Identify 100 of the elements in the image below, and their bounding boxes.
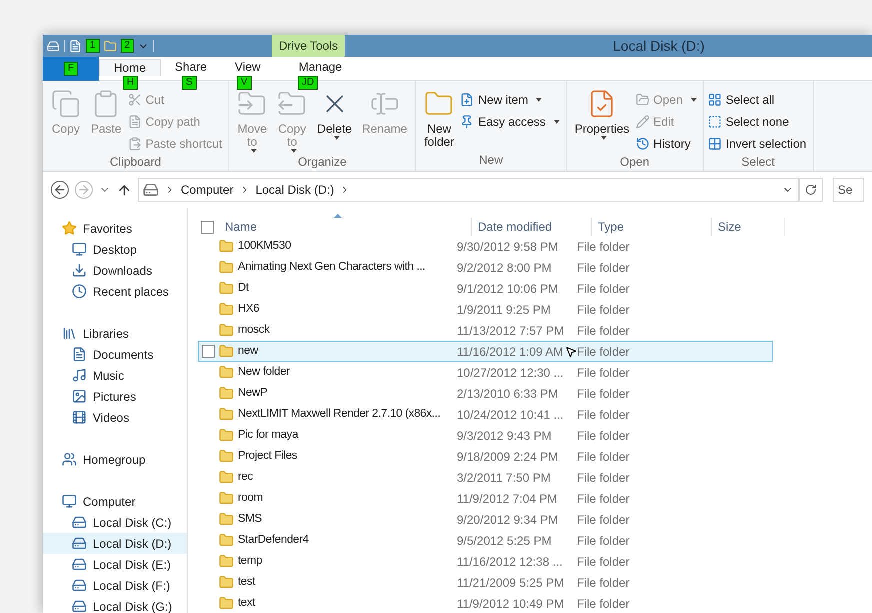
file-name: NextLIMIT Maxwell Render 2.7.10 (x86x... [238, 406, 441, 422]
ribbon-large-button[interactable]: New folder [420, 89, 458, 149]
date-modified: 3/2/2011 7:50 PM [457, 470, 551, 486]
folder-icon [219, 323, 234, 338]
file-row[interactable]: new 11/16/2012 1:09 AM File folder [198, 341, 773, 362]
keytip: V [237, 76, 252, 90]
nav-item[interactable]: Pictures [43, 386, 187, 407]
nav-group-header[interactable]: Homegroup [43, 449, 187, 470]
file-name: New folder [238, 364, 290, 380]
nav-item[interactable]: Downloads [43, 260, 187, 281]
file-name: 100KM530 [238, 238, 292, 254]
date-modified: 9/30/2012 9:58 PM [457, 238, 558, 256]
ribbon-small-button[interactable]: History [636, 135, 699, 153]
column-header[interactable]: Size [711, 218, 785, 236]
file-row[interactable]: 100KM530 9/30/2012 9:58 PM File folder [198, 236, 773, 257]
column-header[interactable]: Name [219, 218, 471, 236]
file-type: File folder [577, 554, 631, 570]
file-row[interactable]: NewP 2/13/2010 6:33 PM File folder [198, 383, 773, 404]
nav-group-header[interactable]: Favorites [43, 218, 187, 239]
file-type: File folder [577, 322, 631, 340]
date-modified: 9/20/2012 9:34 PM [457, 512, 558, 528]
up-button[interactable] [117, 182, 132, 198]
nav-group-header[interactable]: Libraries [43, 323, 187, 344]
date-modified: 9/1/2012 10:06 PM [457, 280, 558, 298]
window-title: Local Disk (D:) [613, 36, 705, 56]
folder-icon [219, 470, 234, 485]
file-type: File folder [577, 238, 631, 256]
nav-item[interactable]: Local Disk (G:) [43, 596, 187, 613]
file-row[interactable]: SMS 9/20/2012 9:34 PM File folder [198, 509, 773, 530]
ribbon-tab[interactable]: Manage [284, 59, 356, 76]
ribbon-tab[interactable]: View [221, 59, 275, 76]
back-button[interactable] [51, 181, 69, 199]
nav-item[interactable]: Videos [43, 407, 187, 428]
file-name: rec [238, 470, 254, 485]
ribbon-small-button[interactable]: Easy access [460, 113, 562, 131]
breadcrumb-item[interactable]: Computer [181, 181, 234, 199]
breadcrumb-item[interactable]: Local Disk (D:) [256, 181, 334, 199]
file-type: File folder [577, 260, 631, 276]
ribbon-small-button[interactable]: Select none [708, 113, 809, 131]
nav-item[interactable]: Music [43, 365, 187, 386]
nav-item[interactable]: Local Disk (C:) [43, 512, 187, 533]
keytip: S [182, 76, 197, 90]
folder-icon [219, 512, 234, 527]
ribbon-tab[interactable]: Home [99, 59, 162, 76]
file-row[interactable]: temp 11/16/2012 12:38 ... File folder [198, 551, 773, 572]
file-type: File folder [577, 344, 631, 360]
file-tab[interactable]: F [43, 57, 99, 81]
ribbon-small-button[interactable]: New item [460, 91, 562, 109]
clock-icon [72, 284, 87, 299]
drive-icon [72, 536, 87, 551]
people-icon [62, 452, 77, 467]
file-row[interactable]: Animating Next Gen Characters with ... 9/2/2012 8:00 PM File folder [198, 257, 773, 278]
file-row[interactable]: Dt 9/1/2012 10:06 PM File folder [198, 278, 773, 299]
nav-group-header[interactable]: Computer [43, 491, 187, 512]
folder-icon [219, 596, 234, 611]
file-row[interactable]: HX6 1/9/2011 9:25 PM File folder [198, 299, 773, 320]
books-icon [62, 326, 77, 341]
file-type: File folder [577, 386, 631, 402]
file-name: new [238, 344, 258, 359]
file-row[interactable]: room 11/9/2012 7:04 PM File folder [198, 488, 773, 509]
file-row[interactable]: NextLIMIT Maxwell Render 2.7.10 (x86x... 10/24/2012 10:41 ... File folder [198, 404, 773, 425]
file-row[interactable]: text 11/9/2012 10:49 PM File folder [198, 593, 773, 613]
ribbon-tab[interactable]: Share [161, 59, 222, 76]
nav-item[interactable]: Local Disk (F:) [43, 575, 187, 596]
row-checkbox[interactable] [202, 345, 215, 358]
ribbon-group-label: New [478, 152, 504, 169]
drive-icon[interactable] [47, 40, 60, 52]
ribbon-small-button[interactable]: Select all [708, 91, 809, 109]
file-row[interactable]: StarDefender4 9/5/2012 5:25 PM File folder [198, 530, 773, 551]
refresh-button[interactable] [799, 178, 823, 202]
date-modified: 10/27/2012 12:30 ... [457, 364, 564, 382]
select-all-checkbox[interactable] [201, 220, 214, 234]
nav-item[interactable]: Documents [43, 344, 187, 365]
file-row[interactable]: test 11/21/2009 5:25 PM File folder [198, 572, 773, 593]
file-row[interactable]: mosck 11/13/2012 7:57 PM File folder [198, 320, 773, 341]
document-icon[interactable] [69, 40, 82, 52]
folder-icon [219, 365, 234, 380]
file-type: File folder [577, 596, 631, 612]
search-field[interactable]: Se [833, 178, 864, 202]
file-type: File folder [577, 470, 631, 486]
file-type: File folder [577, 532, 631, 550]
ribbon-small-button[interactable]: Invert selection [708, 135, 809, 153]
file-row[interactable]: New folder 10/27/2012 12:30 ... File folder [198, 362, 773, 383]
mouse-cursor-icon [564, 344, 577, 358]
ribbon-large-button[interactable]: Properties [570, 89, 634, 140]
nav-item[interactable]: Local Disk (D:) [43, 533, 187, 554]
drive-icon [72, 515, 87, 530]
file-row[interactable]: Project Files 9/18/2009 2:24 PM File folder [198, 446, 773, 467]
file-row[interactable]: rec 3/2/2011 7:50 PM File folder [198, 467, 773, 488]
nav-item[interactable]: Recent places [43, 281, 187, 302]
column-header[interactable]: Type [591, 218, 711, 236]
ribbon-large-button[interactable]: Delete [313, 89, 356, 140]
address-field[interactable]: Computer Local Disk (D:) [138, 178, 799, 202]
column-header[interactable]: Date modified [471, 218, 591, 236]
nav-item[interactable]: Desktop [43, 239, 187, 260]
file-name: room [238, 490, 264, 506]
file-row[interactable]: Pic for maya 9/3/2012 9:43 PM File folder [198, 425, 773, 446]
nav-item[interactable]: Local Disk (E:) [43, 554, 187, 575]
file-type: File folder [577, 448, 631, 466]
file-type: File folder [577, 302, 631, 318]
